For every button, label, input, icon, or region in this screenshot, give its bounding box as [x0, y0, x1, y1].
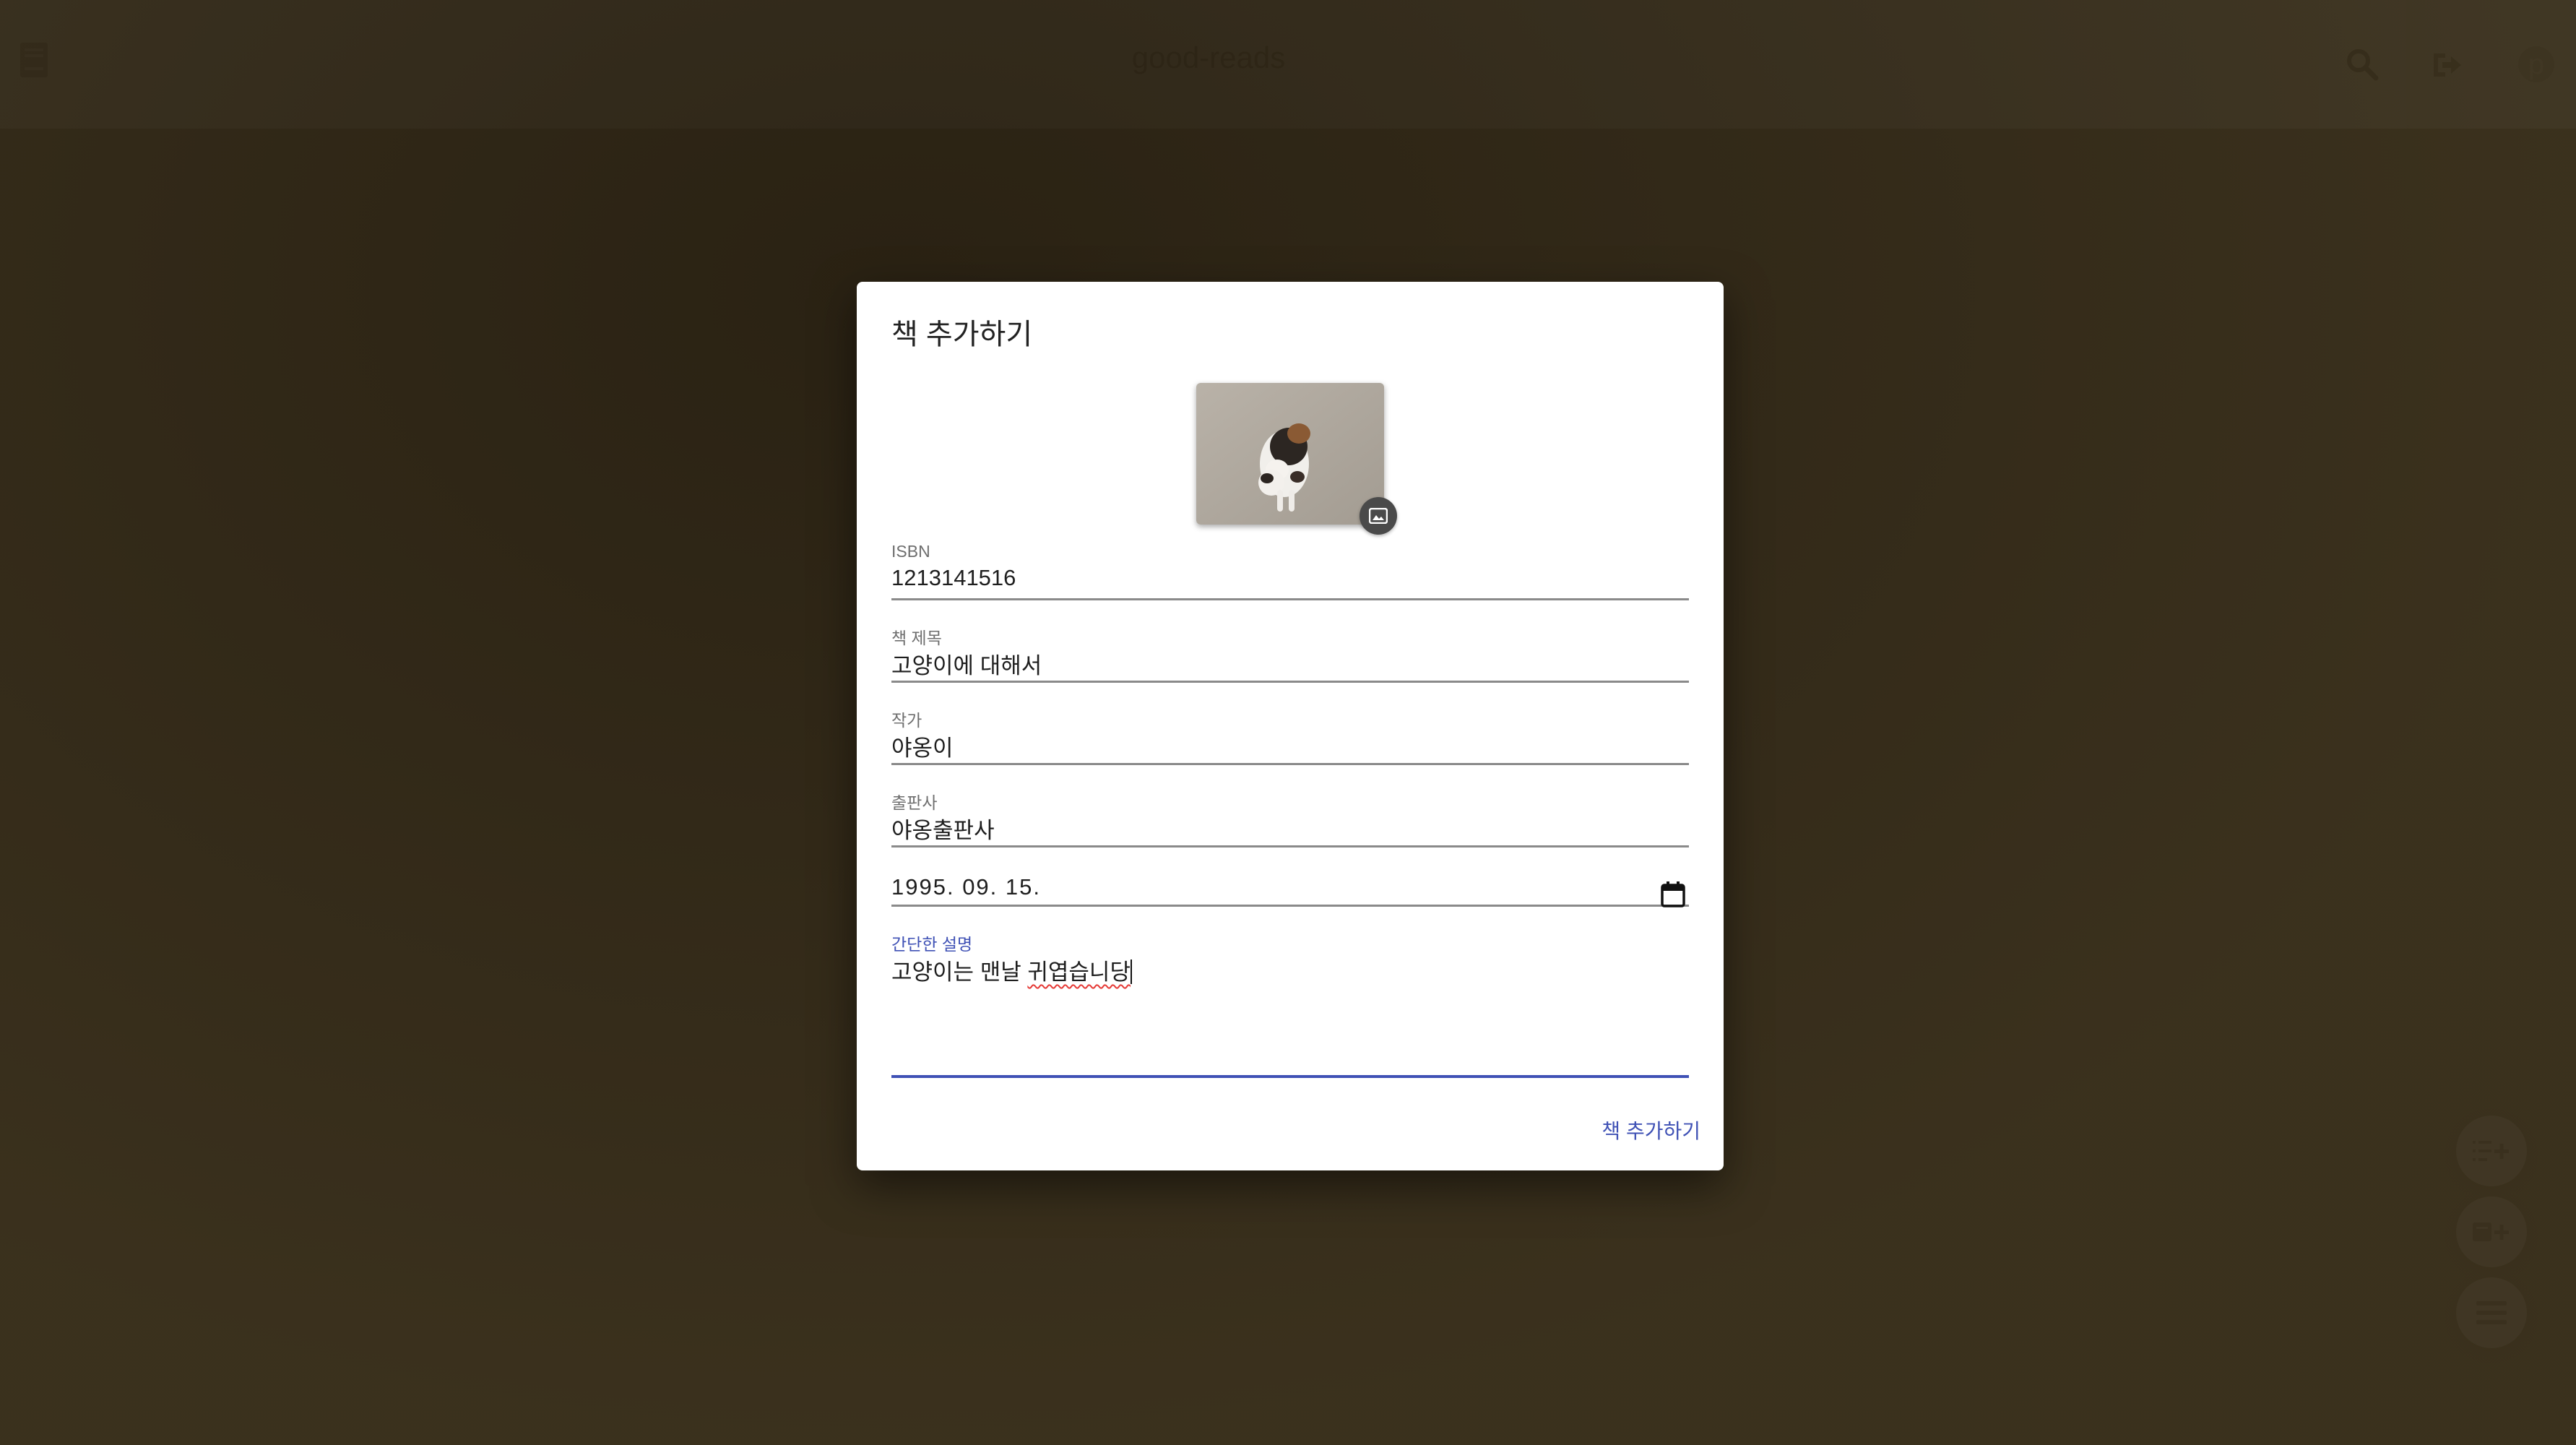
image-icon	[1369, 508, 1388, 524]
cat-photo	[1196, 383, 1384, 525]
book-cover-image	[1196, 383, 1384, 525]
book-title-input[interactable]: 고양이에 대해서	[891, 647, 1042, 680]
description-textarea[interactable]: 고양이는 맨날 귀엽습니당	[891, 954, 1132, 986]
description-text: 고양이는 맨날	[891, 959, 1028, 985]
calendar-icon	[1661, 881, 1685, 907]
misspelled-word: 귀엽습니당	[1027, 959, 1131, 985]
publisher-field[interactable]: 출판사 야옹출판사	[891, 789, 1689, 847]
isbn-field[interactable]: ISBN 1213141516	[891, 542, 1689, 600]
publish-date-input[interactable]: 1995. 09. 15.	[891, 874, 1041, 900]
publisher-input[interactable]: 야옹출판사	[891, 812, 995, 845]
author-input[interactable]: 야옹이	[891, 730, 954, 762]
publish-date-field[interactable]: 1995. 09. 15.	[891, 867, 1689, 907]
text-caret	[1130, 959, 1132, 984]
calendar-button[interactable]	[1659, 880, 1687, 909]
isbn-label: ISBN	[891, 542, 930, 561]
isbn-input[interactable]: 1213141516	[891, 565, 1016, 591]
change-cover-button[interactable]	[1360, 497, 1397, 535]
publisher-label: 출판사	[891, 793, 938, 812]
book-title-field[interactable]: 책 제목 고양이에 대해서	[891, 624, 1689, 683]
author-field[interactable]: 작가 야옹이	[891, 707, 1689, 765]
author-label: 작가	[891, 711, 922, 730]
add-book-dialog: 책 추가하기 ISBN 1213141516 책 제목 고양이에 대해서 작가 …	[857, 282, 1724, 1170]
dialog-title: 책 추가하기	[891, 319, 1033, 350]
add-book-submit-button[interactable]: 책 추가하기	[1602, 1111, 1700, 1149]
book-title-label: 책 제목	[891, 629, 942, 647]
description-field[interactable]: 간단한 설명 고양이는 맨날 귀엽습니당	[891, 931, 1689, 1078]
description-label: 간단한 설명	[891, 935, 973, 954]
